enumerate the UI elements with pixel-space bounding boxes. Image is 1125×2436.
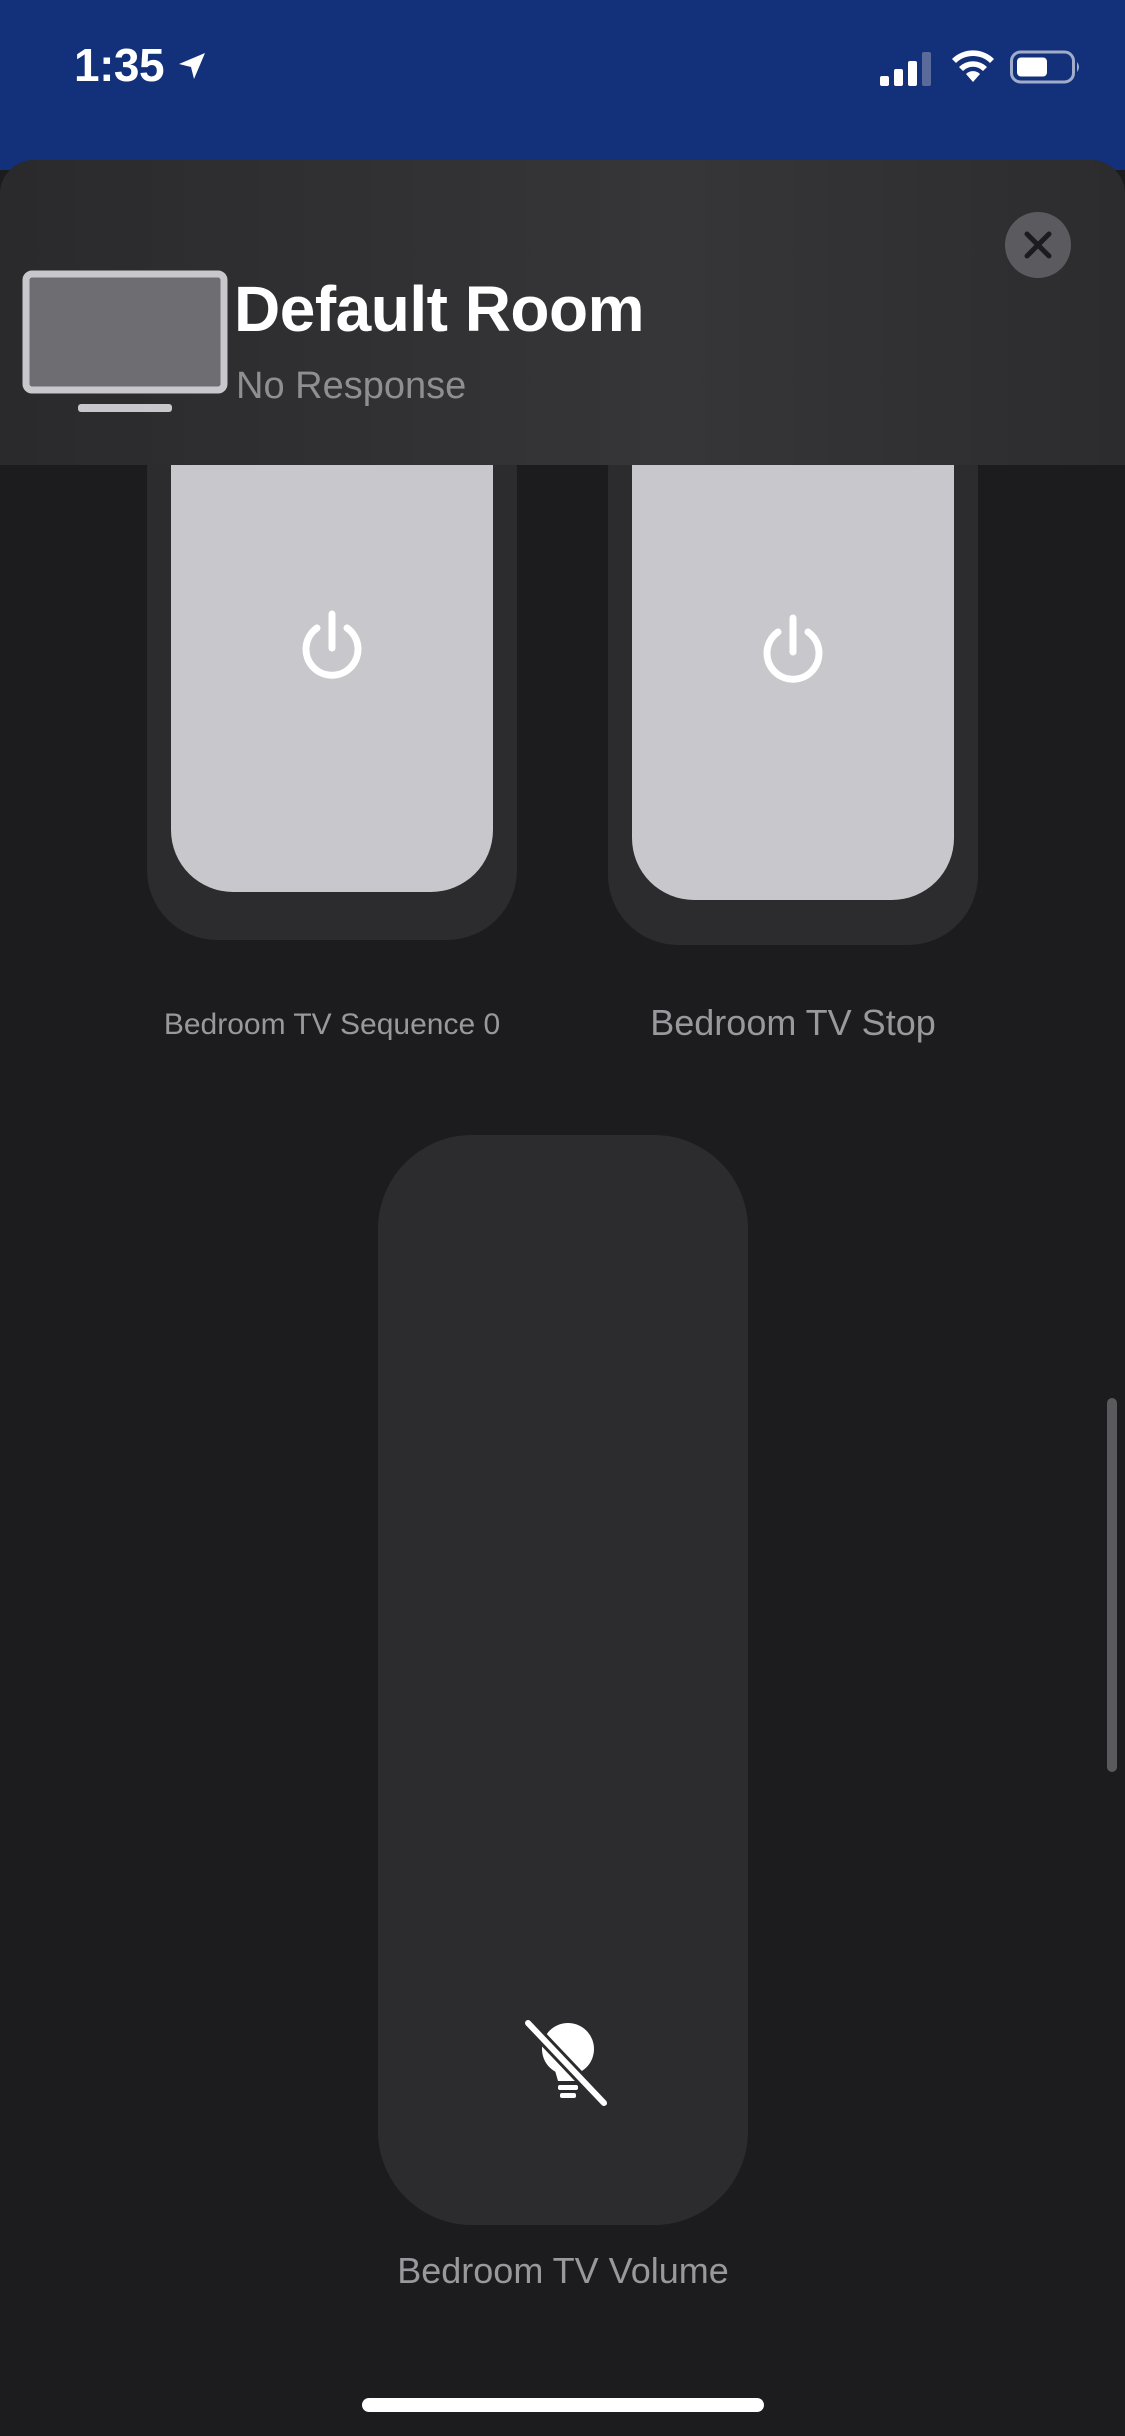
tv-icon (22, 270, 228, 412)
lightbulb-slash-icon (522, 2017, 610, 2109)
room-status: No Response (236, 365, 467, 407)
close-icon (1024, 231, 1052, 259)
tile-wrapper-sequence (147, 400, 517, 940)
screen: 1:35 Bedroom TV Sequence 0 Bedroom TV St… (0, 0, 1125, 2436)
power-icon (763, 614, 823, 683)
status-time: 1:35 (74, 39, 165, 91)
wifi-icon (952, 50, 994, 82)
close-button[interactable] (1005, 212, 1071, 278)
room-title: Default Room (234, 273, 645, 345)
tile-label-sequence: Bedroom TV Sequence 0 (163, 1008, 501, 1041)
battery-icon (1010, 50, 1079, 84)
power-icon (302, 610, 362, 679)
status-bar: 1:35 (0, 0, 1125, 170)
location-arrow-icon (179, 53, 205, 79)
cellular-signal-icon (880, 52, 931, 86)
tile-wrapper-stop (608, 400, 978, 945)
room-sheet: Bedroom TV Sequence 0 Bedroom TV Stop De… (0, 160, 1125, 2436)
tile-bedroom-tv-sequence-0[interactable] (171, 400, 493, 892)
tile-bedroom-tv-stop[interactable] (632, 400, 954, 900)
tile-label-stop: Bedroom TV Stop (650, 1002, 936, 1043)
scrollbar[interactable] (1107, 1398, 1117, 1772)
sheet-header: Default Room No Response (0, 160, 1125, 465)
home-indicator[interactable] (362, 2398, 764, 2412)
tile-label-volume: Bedroom TV Volume (397, 2250, 729, 2291)
tile-bedroom-tv-volume[interactable] (378, 1135, 748, 2225)
